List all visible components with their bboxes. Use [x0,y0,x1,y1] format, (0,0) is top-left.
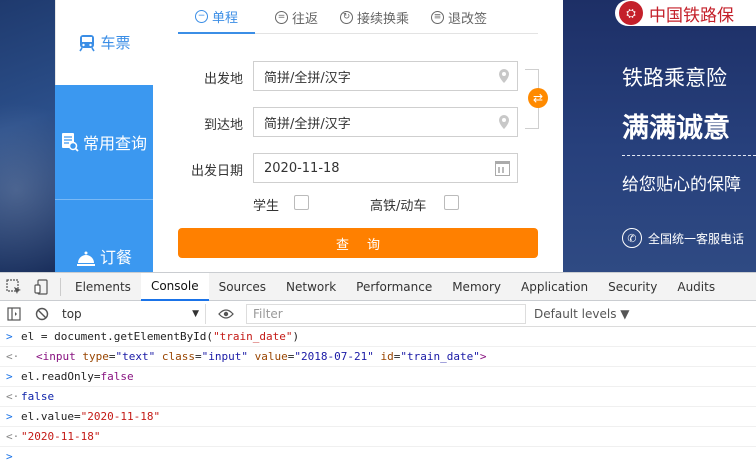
console-filter-input[interactable]: Filter [246,303,526,324]
sidebar-item-label: 订餐 [99,248,132,267]
sidebar-toggle-icon[interactable] [0,300,28,328]
tab-label: 往返 [292,11,319,27]
transfer-circle-icon: ↻ [340,10,354,24]
ad-divider [622,155,756,156]
student-checkbox[interactable] [294,195,309,210]
tab-one-way[interactable]: − 单程 [178,0,255,34]
sidebar-item-train-tickets[interactable]: 车票 [55,0,153,85]
tab-audits[interactable]: Audits [667,273,725,301]
tab-transfer[interactable]: ↻ 接续换乘 [332,0,417,34]
console-output-line: <· false [0,387,756,407]
meal-icon [76,251,95,266]
date-label: 出发日期 [190,164,243,179]
ticket-search-form: − 单程 = 往返 ↻ 接续换乘 ≡ 退改签 出发地 简拼/全拼/汉字 到达地 … [153,0,563,272]
result-arrow-icon: <· [6,390,20,403]
filter-placeholder: Filter [253,306,283,321]
tab-security[interactable]: Security [598,273,667,301]
context-value: top [62,306,82,321]
china-railway-logo: ⛭ 中国铁路保 [615,0,756,26]
departure-date-input[interactable]: 2020-11-18 [253,153,518,183]
prompt-arrow-icon: > [6,330,13,343]
sidebar-item-meal[interactable]: 订餐 [55,200,153,272]
student-label: 学生 [253,199,280,214]
console-input-line: > el = document.getElementById("train_da… [0,327,756,347]
list-circle-icon: ≡ [431,10,445,24]
console-prompt[interactable]: > [0,447,756,462]
sidebar-item-label: 常用查询 [82,134,147,153]
console-input-line: > el.readOnly=false [0,367,756,387]
hsr-label: 高铁/动车 [370,199,427,214]
log-levels-dropdown[interactable]: Default levels ▼ [534,307,630,321]
prompt-arrow-icon: > [6,370,13,383]
equals-circle-icon: = [275,10,288,24]
ad-logo-text: 中国铁路保 [649,5,734,26]
minus-circle-icon: − [194,9,208,23]
departure-date-value: 2020-11-18 [264,160,340,176]
result-arrow-icon: <· [6,430,20,443]
to-label: 到达地 [203,118,243,133]
web-page: 车票 常用查询 订餐 − 单程 = 往返 ↻ 接续换乘 ≡ 退改签 出发地 简拼… [0,0,756,272]
sidebar-item-common-query[interactable]: 常用查询 [55,85,153,200]
trip-type-tabs: − 单程 = 往返 ↻ 接续换乘 ≡ 退改签 [178,0,538,34]
from-station-input[interactable]: 简拼/全拼/汉字 [253,61,518,91]
console-toolbar: top ▼ Filter Default levels ▼ [0,301,756,327]
ad-hotline-text: 全国统一客服电话 [648,231,745,246]
tab-console[interactable]: Console [140,272,209,301]
railway-logo-icon: ⛭ [619,1,643,25]
console-output-line[interactable]: <· <input type="text" class="input" valu… [0,347,756,367]
to-station-input[interactable]: 简拼/全拼/汉字 [253,107,518,137]
tab-round-trip[interactable]: = 往返 [267,0,326,34]
console-input-line: > el.value="2020-11-18" [0,407,756,427]
tab-label: 接续换乘 [357,11,410,27]
console-output-line: <· "2020-11-18" [0,427,756,447]
eye-icon[interactable] [212,300,240,328]
device-toolbar-icon[interactable] [28,273,56,301]
tab-sources[interactable]: Sources [209,273,276,301]
calendar-icon[interactable] [495,161,510,176]
ad-subtext: 给您贴心的保障 [622,175,741,195]
ad-hotline: ✆ 全国统一客服电话 [622,228,744,248]
train-icon [79,34,96,51]
phone-icon: ✆ [622,228,642,248]
tab-elements[interactable]: Elements [65,273,141,301]
devtools-panel: Elements Console Sources Network Perform… [0,272,756,462]
toolbar-divider [60,277,61,296]
document-search-icon [61,133,79,152]
to-station-value: 简拼/全拼/汉字 [264,116,351,132]
from-station-value: 简拼/全拼/汉字 [264,70,351,86]
from-label: 出发地 [203,72,243,87]
hsr-checkbox[interactable] [444,195,459,210]
tab-performance[interactable]: Performance [346,273,442,301]
inspect-element-icon[interactable] [0,273,28,301]
console-output[interactable]: > el = document.getElementById("train_da… [0,327,756,462]
sidebar: 车票 常用查询 订餐 [55,0,153,272]
context-selector[interactable]: top ▼ [56,303,206,324]
dropdown-arrow-icon: ▼ [192,308,199,319]
tab-label: 退改签 [448,11,488,27]
tab-network[interactable]: Network [276,273,346,301]
result-arrow-icon: <· [6,350,20,363]
query-button[interactable]: 查询 [178,228,538,258]
tab-application[interactable]: Application [511,273,598,301]
tab-label: 单程 [211,10,238,26]
clear-console-icon[interactable] [28,300,56,328]
swap-arrows-icon: ⇄ [532,91,544,105]
tab-memory[interactable]: Memory [442,273,511,301]
location-pin-icon [499,69,509,83]
prompt-arrow-icon: > [6,410,13,423]
location-pin-icon [499,115,509,129]
background-image-left [0,0,55,272]
devtools-tabbar: Elements Console Sources Network Perform… [0,272,756,301]
ad-headline: 铁路乘意险 [622,66,727,90]
sidebar-item-label: 车票 [100,34,131,52]
ad-slogan: 满满诚意 [622,113,730,144]
swap-stations-button[interactable]: ⇄ [528,88,548,108]
tab-refund-change[interactable]: ≡ 退改签 [423,0,495,34]
prompt-arrow-icon: > [6,450,13,462]
